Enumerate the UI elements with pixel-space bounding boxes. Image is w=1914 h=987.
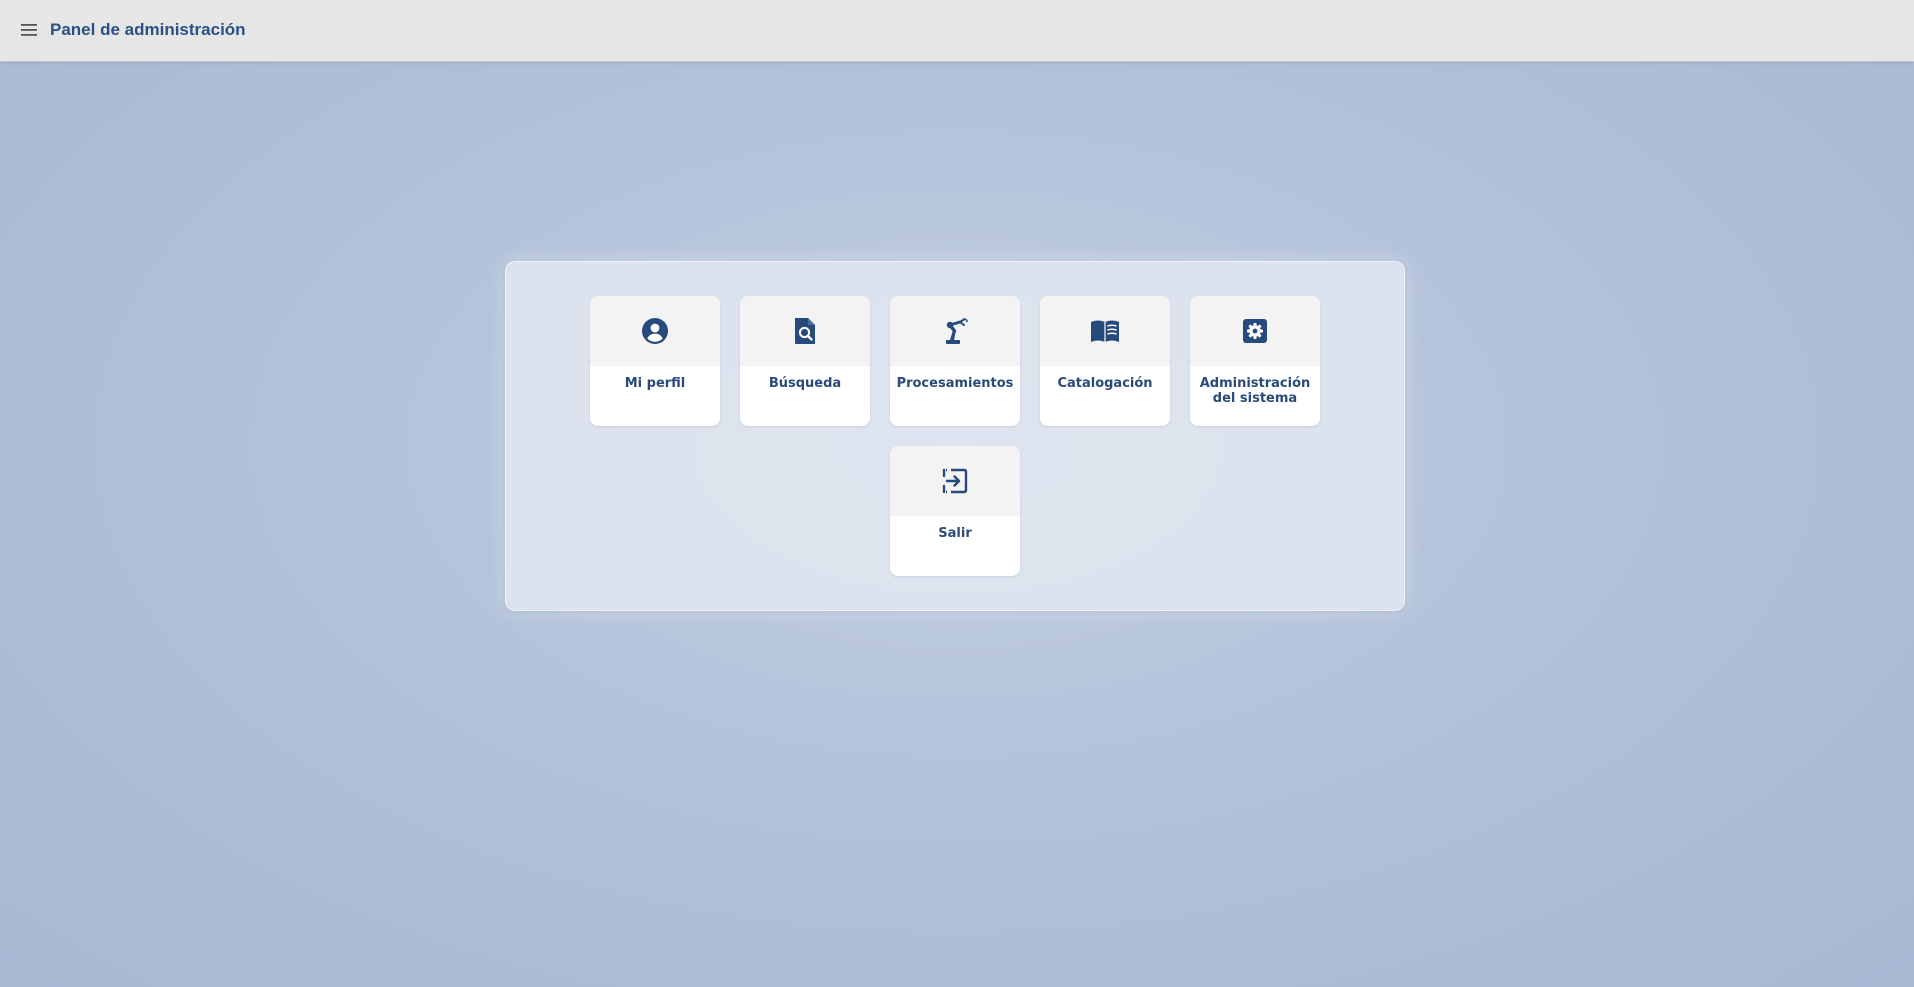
tile-label: Procesamientos [896, 376, 1014, 391]
tile-administracion-del-sistema[interactable]: Administración del sistema [1190, 296, 1320, 426]
tile-label: Catalogación [1057, 376, 1153, 391]
page-title: Panel de administración [50, 20, 246, 39]
exit-icon [940, 466, 970, 496]
open-book-icon [1090, 316, 1120, 346]
tile-label: Mi perfil [624, 376, 686, 391]
tile-icon-area [890, 446, 1020, 516]
top-app-bar: Panel de administración [0, 0, 1914, 62]
robotic-arm-icon [940, 316, 970, 346]
menu-button[interactable] [16, 18, 42, 42]
document-search-icon [790, 316, 820, 346]
tile-salir[interactable]: Salir [890, 446, 1020, 576]
user-circle-icon [640, 316, 670, 346]
tile-mi-perfil[interactable]: Mi perfil [590, 296, 720, 426]
tile-icon-area [1190, 296, 1320, 366]
tile-icon-area [740, 296, 870, 366]
tile-label: Búsqueda [768, 376, 842, 391]
modules-panel: Mi perfil Búsqueda Procesamientos Catalo… [505, 261, 1405, 611]
tile-label: Salir [938, 526, 972, 541]
settings-gear-icon [1240, 316, 1270, 346]
tile-label: Administración del sistema [1199, 376, 1311, 406]
tile-icon-area [890, 296, 1020, 366]
hamburger-menu-icon [21, 24, 37, 36]
tile-procesamientos[interactable]: Procesamientos [890, 296, 1020, 426]
tile-icon-area [1040, 296, 1170, 366]
tile-catalogacion[interactable]: Catalogación [1040, 296, 1170, 426]
tile-busqueda[interactable]: Búsqueda [740, 296, 870, 426]
tile-icon-area [590, 296, 720, 366]
